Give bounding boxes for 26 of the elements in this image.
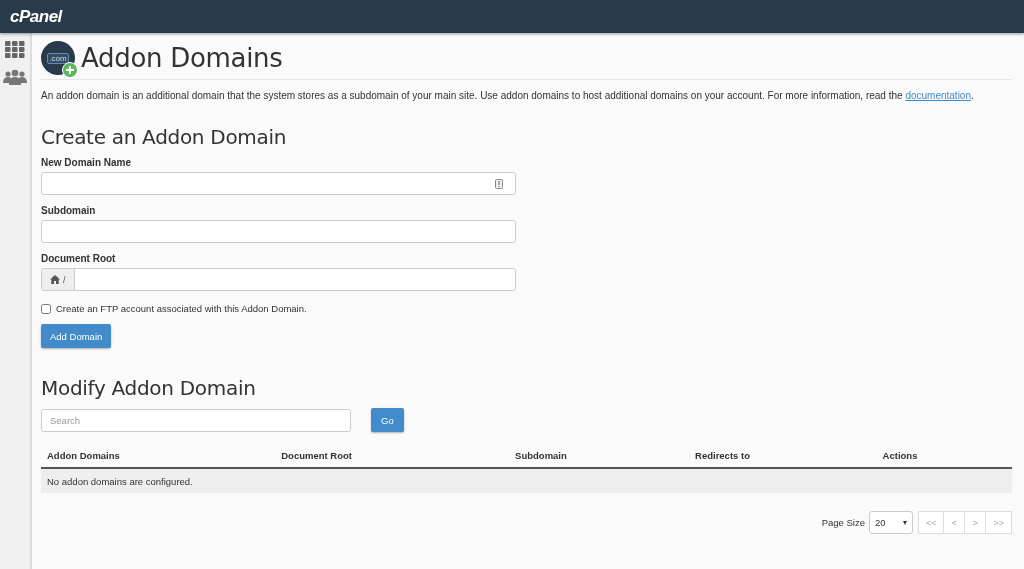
clipboard-icon [495,178,503,189]
input-field[interactable] [41,220,516,243]
addon-domain-icon: .com [41,41,75,75]
section-heading: Create an Addon Domain [41,125,288,149]
brand-logo[interactable]: cPanel [10,6,62,27]
ftp-checkbox[interactable] [41,303,51,314]
page-size-label: Page Size [821,517,865,528]
page-title: Addon Domains [81,43,283,73]
empty-table-message: No addon domains are configured. [41,468,1012,493]
section-heading: Modify Addon Domain [41,376,257,400]
field-label: Subdomain [41,205,97,216]
add-domain-button[interactable]: Add Domain [41,324,112,348]
path-prefix: / [63,274,66,285]
page-description: An addon domain is an additional domain that the system stores as a subdomain of your main site. Use addon domains to host additional domains on your account. For more information, read the documentation. [41,90,975,101]
documentation-link[interactable]: documentation [905,90,971,101]
checkbox-label: Create an FTP account associated with this Addon Domain. [56,303,307,314]
grid-icon[interactable] [3,39,27,61]
search-field[interactable]: Search [41,408,351,432]
input-field[interactable] [41,172,516,195]
home-icon [50,275,60,284]
field-label: Document Root [41,253,117,264]
page-size-select[interactable]: 20 ▾ [868,511,913,534]
field-label: New Domain Name [41,157,133,168]
go-button[interactable]: Go [371,408,404,432]
input-field[interactable]: / [41,268,516,291]
users-icon[interactable] [1,67,29,87]
